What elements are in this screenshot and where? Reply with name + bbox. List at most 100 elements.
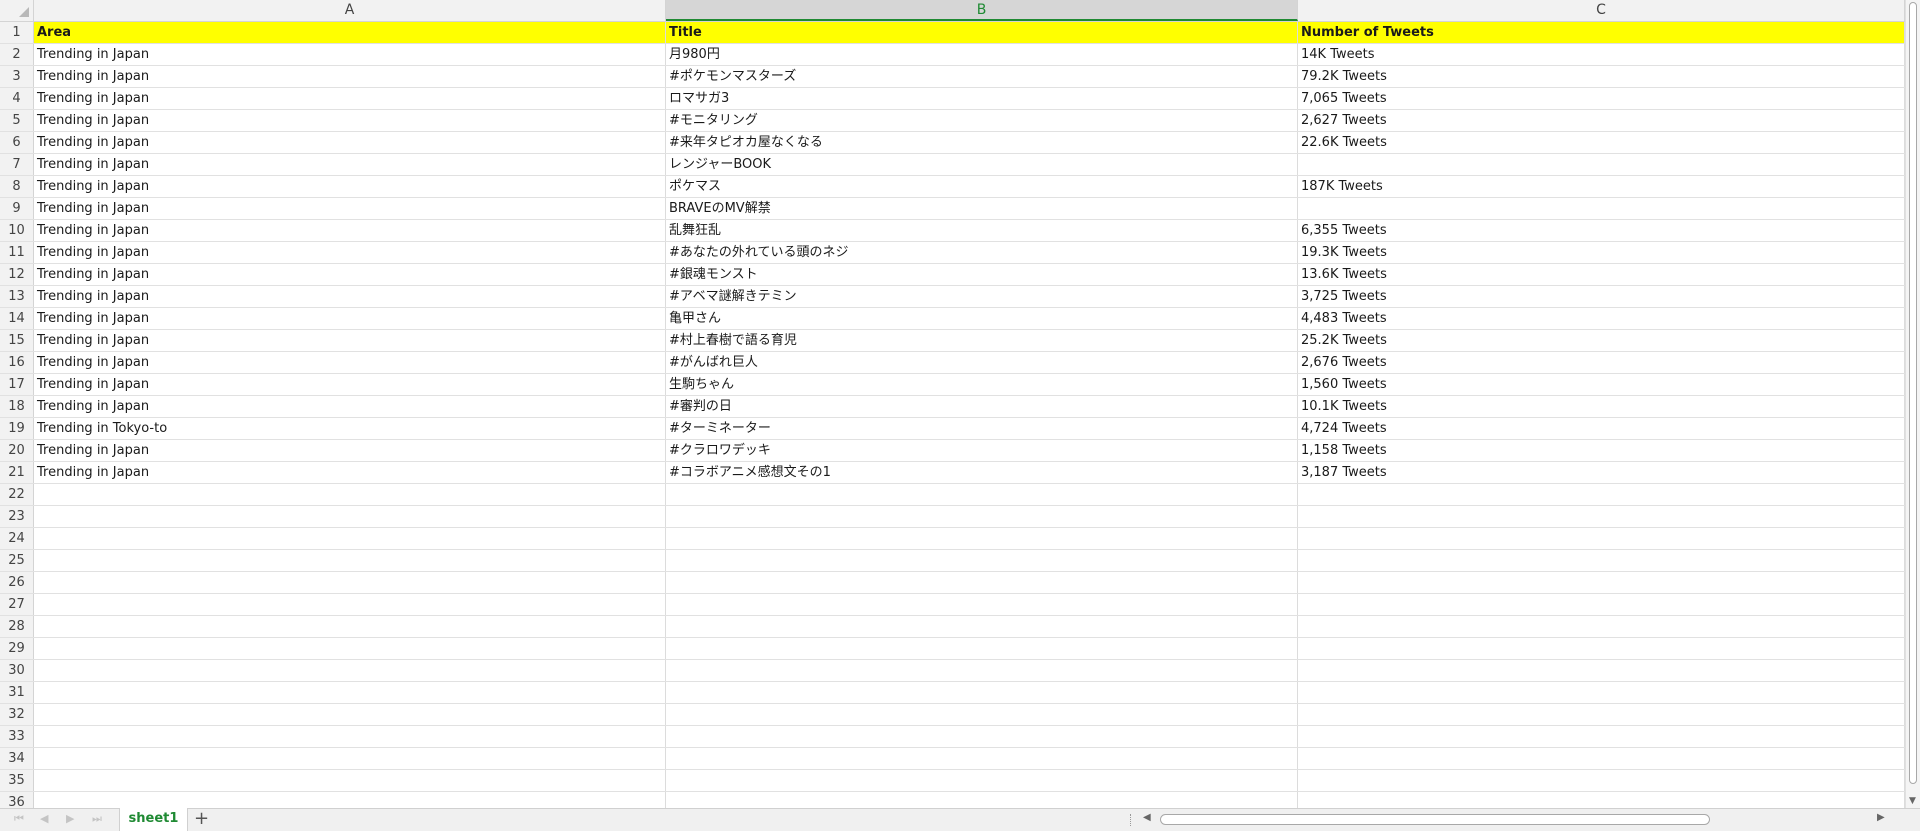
- cell-tweets[interactable]: 7,065 Tweets: [1298, 88, 1905, 109]
- cell-tweets[interactable]: 14K Tweets: [1298, 44, 1905, 65]
- row-number[interactable]: 9: [0, 198, 34, 219]
- cell-area[interactable]: Trending in Japan: [34, 132, 666, 153]
- horizontal-scroll-thumb[interactable]: [1160, 814, 1710, 825]
- cell-tweets[interactable]: 4,724 Tweets: [1298, 418, 1905, 439]
- cell-tweets[interactable]: [1298, 748, 1905, 769]
- cell-tweets[interactable]: 3,187 Tweets: [1298, 462, 1905, 483]
- add-sheet-icon[interactable]: +: [194, 809, 209, 829]
- cell-title[interactable]: [666, 682, 1298, 703]
- cell-title[interactable]: [666, 506, 1298, 527]
- row-number[interactable]: 14: [0, 308, 34, 329]
- cell-tweets[interactable]: 187K Tweets: [1298, 176, 1905, 197]
- cell-area[interactable]: [34, 748, 666, 769]
- cell-title[interactable]: 乱舞狂乱: [666, 220, 1298, 241]
- cell-area[interactable]: [34, 770, 666, 791]
- row-number[interactable]: 5: [0, 110, 34, 131]
- cell-title[interactable]: [666, 638, 1298, 659]
- scroll-right-icon[interactable]: ▶: [1877, 812, 1885, 823]
- cell-tweets[interactable]: [1298, 484, 1905, 505]
- cell-area[interactable]: Trending in Japan: [34, 462, 666, 483]
- sheet-tab[interactable]: sheet1: [119, 808, 188, 831]
- cell-area[interactable]: [34, 682, 666, 703]
- cell-title[interactable]: #来年タピオカ屋なくなる: [666, 132, 1298, 153]
- row-number[interactable]: 11: [0, 242, 34, 263]
- cell-area[interactable]: Trending in Japan: [34, 374, 666, 395]
- cell-title[interactable]: ポケマス: [666, 176, 1298, 197]
- cell-title[interactable]: #村上春樹で語る育児: [666, 330, 1298, 351]
- row-number[interactable]: 20: [0, 440, 34, 461]
- cell-title[interactable]: #ポケモンマスターズ: [666, 66, 1298, 87]
- row-number[interactable]: 27: [0, 594, 34, 615]
- cell-tweets[interactable]: 79.2K Tweets: [1298, 66, 1905, 87]
- cell-area[interactable]: Trending in Japan: [34, 154, 666, 175]
- cell-title[interactable]: [666, 770, 1298, 791]
- cell-area[interactable]: Trending in Japan: [34, 264, 666, 285]
- cell-title[interactable]: #モニタリング: [666, 110, 1298, 131]
- cell-title[interactable]: 亀甲さん: [666, 308, 1298, 329]
- vertical-scroll-thumb[interactable]: [1909, 2, 1917, 784]
- cell-area[interactable]: [34, 594, 666, 615]
- row-number[interactable]: 34: [0, 748, 34, 769]
- cell-title[interactable]: #銀魂モンスト: [666, 264, 1298, 285]
- cell-tweets[interactable]: 1,560 Tweets: [1298, 374, 1905, 395]
- cell-tweets[interactable]: 3,725 Tweets: [1298, 286, 1905, 307]
- cell-area[interactable]: Trending in Japan: [34, 66, 666, 87]
- cell-area[interactable]: Trending in Tokyo-to: [34, 418, 666, 439]
- cell-tweets[interactable]: [1298, 594, 1905, 615]
- row-number[interactable]: 15: [0, 330, 34, 351]
- column-header-a[interactable]: A: [34, 0, 666, 21]
- cell-tweets[interactable]: [1298, 154, 1905, 175]
- cell-area[interactable]: Trending in Japan: [34, 176, 666, 197]
- cell-area[interactable]: [34, 638, 666, 659]
- cell-title[interactable]: #がんばれ巨人: [666, 352, 1298, 373]
- row-number[interactable]: 21: [0, 462, 34, 483]
- cell-title[interactable]: 生駒ちゃん: [666, 374, 1298, 395]
- cell-tweets[interactable]: [1298, 528, 1905, 549]
- row-number[interactable]: 30: [0, 660, 34, 681]
- cell-title-header[interactable]: Title: [666, 22, 1298, 43]
- row-number[interactable]: 8: [0, 176, 34, 197]
- row-number[interactable]: 4: [0, 88, 34, 109]
- cell-area[interactable]: Trending in Japan: [34, 352, 666, 373]
- cell-title[interactable]: [666, 484, 1298, 505]
- cell-tweets[interactable]: 19.3K Tweets: [1298, 242, 1905, 263]
- row-number[interactable]: 6: [0, 132, 34, 153]
- row-number[interactable]: 26: [0, 572, 34, 593]
- cell-area[interactable]: [34, 528, 666, 549]
- cell-area[interactable]: Trending in Japan: [34, 308, 666, 329]
- cell-area[interactable]: Trending in Japan: [34, 440, 666, 461]
- row-number[interactable]: 31: [0, 682, 34, 703]
- row-number[interactable]: 18: [0, 396, 34, 417]
- cell-title[interactable]: [666, 616, 1298, 637]
- cell-title[interactable]: #あなたの外れている頭のネジ: [666, 242, 1298, 263]
- cell-tweets-header[interactable]: Number of Tweets: [1298, 22, 1905, 43]
- row-number[interactable]: 17: [0, 374, 34, 395]
- first-sheet-icon[interactable]: ⏮: [14, 812, 24, 826]
- cell-title[interactable]: #クラロワデッキ: [666, 440, 1298, 461]
- cell-area[interactable]: [34, 616, 666, 637]
- row-number[interactable]: 23: [0, 506, 34, 527]
- cell-tweets[interactable]: [1298, 616, 1905, 637]
- cell-area-header[interactable]: Area: [34, 22, 666, 43]
- cell-tweets[interactable]: [1298, 704, 1905, 725]
- row-number[interactable]: 1: [0, 22, 34, 43]
- cell-tweets[interactable]: 1,158 Tweets: [1298, 440, 1905, 461]
- select-all-corner[interactable]: [0, 0, 34, 21]
- cell-title[interactable]: #アベマ謎解きテミン: [666, 286, 1298, 307]
- cell-title[interactable]: [666, 660, 1298, 681]
- cell-area[interactable]: [34, 660, 666, 681]
- cell-tweets[interactable]: [1298, 572, 1905, 593]
- row-number[interactable]: 32: [0, 704, 34, 725]
- prev-sheet-icon[interactable]: ◀: [40, 812, 48, 825]
- cell-title[interactable]: [666, 550, 1298, 571]
- cell-area[interactable]: [34, 484, 666, 505]
- row-number[interactable]: 13: [0, 286, 34, 307]
- cell-area[interactable]: [34, 506, 666, 527]
- row-number[interactable]: 29: [0, 638, 34, 659]
- cell-area[interactable]: Trending in Japan: [34, 44, 666, 65]
- cell-title[interactable]: [666, 704, 1298, 725]
- cell-tweets[interactable]: [1298, 770, 1905, 791]
- cell-area[interactable]: Trending in Japan: [34, 198, 666, 219]
- row-number[interactable]: 24: [0, 528, 34, 549]
- row-number[interactable]: 3: [0, 66, 34, 87]
